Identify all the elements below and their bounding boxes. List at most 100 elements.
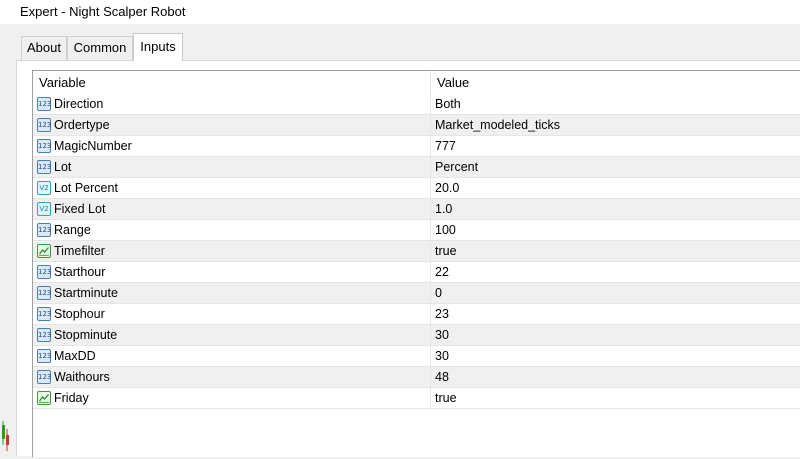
cell-divider xyxy=(430,388,431,409)
table-row[interactable]: 123 Direction Both xyxy=(33,94,800,115)
cell-divider xyxy=(430,199,431,220)
variable-value[interactable]: 100 xyxy=(435,220,456,241)
variable-value[interactable]: 48 xyxy=(435,367,449,388)
column-divider[interactable] xyxy=(430,71,431,94)
variable-name: Starthour xyxy=(54,265,106,279)
variable-name: Range xyxy=(54,223,91,237)
variable-name: MaxDD xyxy=(54,349,96,363)
cell-divider xyxy=(430,325,431,346)
table-row[interactable]: 123 MaxDD 30 xyxy=(33,346,800,367)
variable-name: Startminute xyxy=(54,286,118,300)
table-row[interactable]: Timefilter true xyxy=(33,241,800,262)
icon-glyph-label: 123 xyxy=(38,163,52,171)
variable-name: Stophour xyxy=(54,307,105,321)
variable-name: Stopminute xyxy=(54,328,118,342)
row-divider xyxy=(33,408,800,409)
cell-divider xyxy=(430,178,431,199)
variable-value[interactable]: true xyxy=(435,241,457,262)
cell-divider xyxy=(430,241,431,262)
integer-icon: 123 xyxy=(37,265,51,279)
icon-glyph-label: 123 xyxy=(38,142,52,150)
icon-glyph-label: 123 xyxy=(38,100,52,108)
column-header-value[interactable]: Value xyxy=(437,71,469,94)
table-row[interactable]: V2 Fixed Lot 1.0 xyxy=(33,199,800,220)
variable-name: MagicNumber xyxy=(54,139,132,153)
table-row[interactable]: 123 MagicNumber 777 xyxy=(33,136,800,157)
variable-value[interactable]: Market_modeled_ticks xyxy=(435,115,560,136)
table-row[interactable]: 123 Waithours 48 xyxy=(33,367,800,388)
integer-icon: 123 xyxy=(37,349,51,363)
table-row[interactable]: 123 Lot Percent xyxy=(33,157,800,178)
icon-glyph-label: V2 xyxy=(39,205,49,213)
variable-name: Timefilter xyxy=(54,244,105,258)
table-row[interactable]: 123 Stophour 23 xyxy=(33,304,800,325)
icon-glyph-label: 123 xyxy=(38,373,52,381)
cell-divider xyxy=(430,262,431,283)
icon-glyph-label: 123 xyxy=(38,289,52,297)
double-icon: V2 xyxy=(37,181,51,195)
integer-icon: 123 xyxy=(37,370,51,384)
variable-value[interactable]: 30 xyxy=(435,325,449,346)
table-row[interactable]: 123 Ordertype Market_modeled_ticks xyxy=(33,115,800,136)
variable-value[interactable]: 23 xyxy=(435,304,449,325)
variable-value[interactable]: 22 xyxy=(435,262,449,283)
variable-name: Waithours xyxy=(54,370,110,384)
cell-divider xyxy=(430,304,431,325)
icon-glyph-label: 123 xyxy=(38,310,52,318)
variable-name: Fixed Lot xyxy=(54,202,106,216)
chart-edge-fragment xyxy=(0,415,12,456)
cell-divider xyxy=(430,346,431,367)
variable-name: Direction xyxy=(54,97,104,111)
tab-inputs[interactable]: Inputs xyxy=(133,33,183,61)
integer-icon: 123 xyxy=(37,328,51,342)
column-header-variable[interactable]: Variable xyxy=(39,71,86,94)
variable-value[interactable]: 777 xyxy=(435,136,456,157)
cell-divider xyxy=(430,220,431,241)
title-bar: Expert - Night Scalper Robot xyxy=(0,0,800,24)
variable-value[interactable]: 20.0 xyxy=(435,178,459,199)
variable-value[interactable]: true xyxy=(435,388,457,409)
tab-common[interactable]: Common xyxy=(67,36,133,60)
icon-glyph-label: 123 xyxy=(38,352,52,360)
variable-value[interactable]: 0 xyxy=(435,283,442,304)
icon-glyph-label: V2 xyxy=(39,184,49,192)
icon-glyph-label: 123 xyxy=(38,331,52,339)
cell-divider xyxy=(430,283,431,304)
icon-glyph-label: 123 xyxy=(38,226,52,234)
table-row[interactable]: Friday true xyxy=(33,388,800,409)
double-icon: V2 xyxy=(37,202,51,216)
cell-divider xyxy=(430,94,431,115)
variable-name: Lot xyxy=(54,160,72,174)
integer-icon: 123 xyxy=(37,160,51,174)
cell-divider xyxy=(430,115,431,136)
variable-value[interactable]: Both xyxy=(435,94,461,115)
variable-value[interactable]: Percent xyxy=(435,157,478,178)
cell-divider xyxy=(430,136,431,157)
table-row[interactable]: 123 Starthour 22 xyxy=(33,262,800,283)
window-title: Expert - Night Scalper Robot xyxy=(20,4,186,19)
integer-icon: 123 xyxy=(37,223,51,237)
integer-icon: 123 xyxy=(37,118,51,132)
boolean-icon xyxy=(37,244,51,258)
cell-divider xyxy=(430,367,431,388)
icon-glyph-label: 123 xyxy=(38,121,52,129)
icon-glyph-label: 123 xyxy=(38,268,52,276)
variable-value[interactable]: 1.0 xyxy=(435,199,452,220)
integer-icon: 123 xyxy=(37,286,51,300)
table-row[interactable]: 123 Startminute 0 xyxy=(33,283,800,304)
integer-icon: 123 xyxy=(37,307,51,321)
tab-about[interactable]: About xyxy=(21,36,67,60)
table-row[interactable]: 123 Stopminute 30 xyxy=(33,325,800,346)
integer-icon: 123 xyxy=(37,139,51,153)
variable-value[interactable]: 30 xyxy=(435,346,449,367)
table-header: Variable Value xyxy=(33,71,800,94)
table-row[interactable]: 123 Range 100 xyxy=(33,220,800,241)
inputs-table: Variable Value 123 Direction Both 123 Ordert… xyxy=(32,70,800,457)
cell-divider xyxy=(430,157,431,178)
variable-name: Friday xyxy=(54,391,89,405)
tab-bar: About Common Inputs xyxy=(0,33,800,61)
variable-name: Lot Percent xyxy=(54,181,118,195)
table-row[interactable]: V2 Lot Percent 20.0 xyxy=(33,178,800,199)
boolean-icon xyxy=(37,391,51,405)
variable-name: Ordertype xyxy=(54,118,110,132)
